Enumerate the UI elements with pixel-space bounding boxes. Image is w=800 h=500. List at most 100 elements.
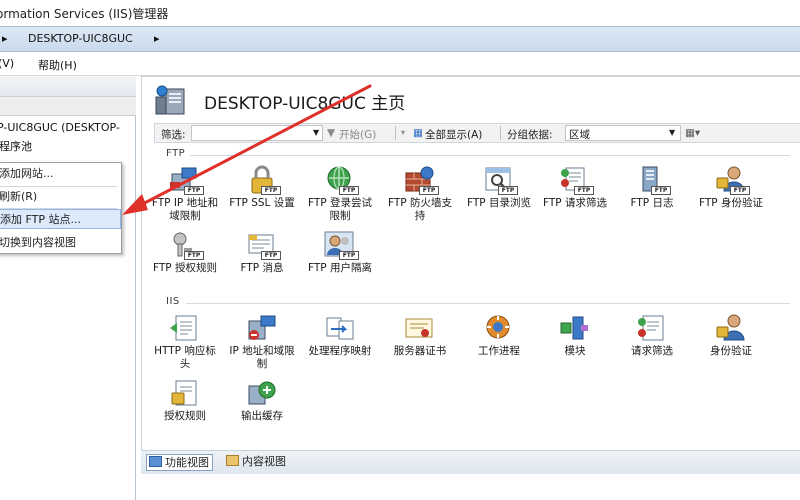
feature-tile[interactable]: HTTP 响应标头 xyxy=(149,313,221,371)
feature-label: FTP 用户隔离 xyxy=(308,262,372,274)
feature-tile[interactable]: FTP FTP 消息 xyxy=(226,230,298,275)
feature-label: FTP 消息 xyxy=(240,262,284,274)
feature-tile[interactable]: 身份验证 xyxy=(695,313,767,358)
page-header: DESKTOP-UIC8GUC 主页 xyxy=(142,77,800,123)
breadcrumb-chevron-icon[interactable]: ▸ xyxy=(154,32,160,45)
feature-tile[interactable]: 输出缓存 xyxy=(226,378,298,423)
feature-label: FTP SSL 设置 xyxy=(229,197,295,209)
start-dropdown-icon[interactable]: ▾ xyxy=(401,128,405,137)
feature-icon-wrap: FTP xyxy=(558,165,594,195)
worker-processes-icon xyxy=(486,315,510,339)
feature-label: 请求筛选 xyxy=(631,345,673,357)
ftp-badge-icon: FTP xyxy=(498,186,518,195)
feature-tile[interactable]: FTP FTP 防火墙支持 xyxy=(384,165,456,223)
feature-label: 模块 xyxy=(564,345,586,357)
ftp-badge-icon: FTP xyxy=(419,186,439,195)
feature-tile[interactable]: FTP FTP 身份验证 xyxy=(695,165,767,210)
feature-icon-wrap: FTP xyxy=(323,230,359,260)
feature-label: FTP 登录尝试限制 xyxy=(308,197,372,222)
feature-label: 输出缓存 xyxy=(241,410,283,422)
feature-tile[interactable]: 模块 xyxy=(539,313,611,358)
feature-icon-wrap: FTP xyxy=(635,165,671,195)
feature-label: 身份验证 xyxy=(710,345,752,357)
feature-label: FTP 请求筛选 xyxy=(543,197,607,209)
feature-icon-wrap: FTP xyxy=(714,165,750,195)
toolbar-separator xyxy=(500,126,501,140)
breadcrumb-server[interactable]: DESKTOP-UIC8GUC xyxy=(28,32,133,45)
ftp-badge-icon: FTP xyxy=(339,186,359,195)
feature-icon-wrap: FTP xyxy=(403,165,439,195)
window-title: ormation Services (IIS)管理器 xyxy=(0,7,169,21)
feature-tile[interactable]: FTP FTP IP 地址和域限制 xyxy=(149,165,221,223)
menu-bar: (V) 帮助(H) xyxy=(0,52,800,76)
ftp-badge-icon: FTP xyxy=(184,251,204,260)
feature-tile[interactable]: 处理程序映射 xyxy=(304,313,376,358)
show-all-button[interactable]: 全部显示(A) xyxy=(425,127,482,142)
view-mode-icon[interactable]: ▦▾ xyxy=(685,127,700,139)
filter-start-button[interactable]: 开始(G) xyxy=(339,127,376,142)
ftp-badge-icon: FTP xyxy=(261,251,281,260)
filter-dropdown-icon[interactable]: ▼ xyxy=(313,128,319,137)
address-bar[interactable]: ▸ DESKTOP-UIC8GUC ▸ xyxy=(0,26,800,52)
tree-item-server[interactable]: P-UIC8GUC (DESKTOP- xyxy=(0,121,120,134)
features-view-icon xyxy=(149,456,162,467)
feature-tile[interactable]: FTP FTP 授权规则 xyxy=(149,230,221,275)
content-view-icon xyxy=(226,455,239,466)
group-by-value[interactable]: 区域 xyxy=(569,127,590,142)
ftp-badge-icon: FTP xyxy=(574,186,594,195)
feature-icon-wrap xyxy=(403,313,437,343)
filter-bar: 筛选: ▼ ▼ 开始(G) ▾ ▦ 全部显示(A) 分组依据: 区域 ▼ ▦▾ xyxy=(154,123,800,143)
feature-icon-wrap: FTP xyxy=(323,165,359,195)
context-add-ftp-site[interactable]: 添加 FTP 站点... xyxy=(0,209,121,229)
filter-input[interactable] xyxy=(191,125,323,141)
feature-tile[interactable]: 请求筛选 xyxy=(616,313,688,358)
feature-icon-wrap xyxy=(323,313,357,343)
group-by-dropdown-icon[interactable]: ▼ xyxy=(669,128,675,137)
feature-tile[interactable]: FTP FTP 用户隔离 xyxy=(304,230,376,275)
feature-tile[interactable]: FTP FTP 请求筛选 xyxy=(539,165,611,210)
connections-panel: P-UIC8GUC (DESKTOP- 程序池 xyxy=(0,76,136,500)
modules-icon xyxy=(560,316,588,340)
context-add-website[interactable]: 添加网站... xyxy=(0,164,121,184)
group-header-iis: IIS xyxy=(166,296,180,307)
request-filtering-icon xyxy=(638,315,664,341)
feature-tile[interactable]: FTP FTP SSL 设置 xyxy=(226,165,298,210)
show-all-icon: ▦ xyxy=(413,127,423,139)
feature-tile[interactable]: 授权规则 xyxy=(149,378,221,423)
feature-tile[interactable]: IP 地址和域限制 xyxy=(226,313,298,371)
feature-icon-wrap: FTP xyxy=(168,165,204,195)
feature-icon-wrap xyxy=(245,313,279,343)
feature-label: FTP 身份验证 xyxy=(699,197,763,209)
feature-icon-wrap: FTP xyxy=(245,165,281,195)
feature-icon-wrap: FTP xyxy=(482,165,518,195)
ip-restrictions-icon xyxy=(248,315,276,340)
status-area xyxy=(141,474,800,500)
toolbar-separator xyxy=(395,126,396,140)
title-bar: ormation Services (IIS)管理器 xyxy=(0,0,800,26)
feature-label: 工作进程 xyxy=(478,345,520,357)
feature-tile[interactable]: FTP FTP 日志 xyxy=(616,165,688,210)
menu-view[interactable]: (V) xyxy=(0,57,14,70)
feature-tile[interactable]: FTP FTP 登录尝试限制 xyxy=(304,165,376,223)
feature-icon-wrap xyxy=(714,313,748,343)
features-panel: DESKTOP-UIC8GUC 主页 筛选: ▼ ▼ 开始(G) ▾ ▦ 全部显… xyxy=(141,76,800,450)
tree-item-app-pools[interactable]: 程序池 xyxy=(0,138,32,154)
features-view-tab[interactable]: 功能视图 xyxy=(146,454,213,471)
group-divider xyxy=(186,303,790,304)
feature-icon-wrap xyxy=(635,313,669,343)
content-view-tab[interactable]: 内容视图 xyxy=(224,454,289,471)
view-switcher: 功能视图 内容视图 xyxy=(141,450,800,474)
menu-help[interactable]: 帮助(H) xyxy=(38,57,77,73)
feature-tile[interactable]: 服务器证书 xyxy=(384,313,456,358)
context-refresh[interactable]: 刷新(R) xyxy=(0,187,121,207)
feature-icon-wrap xyxy=(168,313,202,343)
feature-label: FTP 目录浏览 xyxy=(467,197,531,209)
feature-label: HTTP 响应标头 xyxy=(154,345,216,370)
feature-tile[interactable]: 工作进程 xyxy=(463,313,535,358)
feature-tile[interactable]: FTP FTP 目录浏览 xyxy=(463,165,535,210)
context-switch-content-view[interactable]: 切换到内容视图 xyxy=(0,233,121,253)
server-icon xyxy=(155,85,185,115)
output-caching-icon xyxy=(248,381,276,405)
feature-icon-wrap: FTP xyxy=(168,230,204,260)
breadcrumb-separator-icon: ▸ xyxy=(2,32,8,45)
